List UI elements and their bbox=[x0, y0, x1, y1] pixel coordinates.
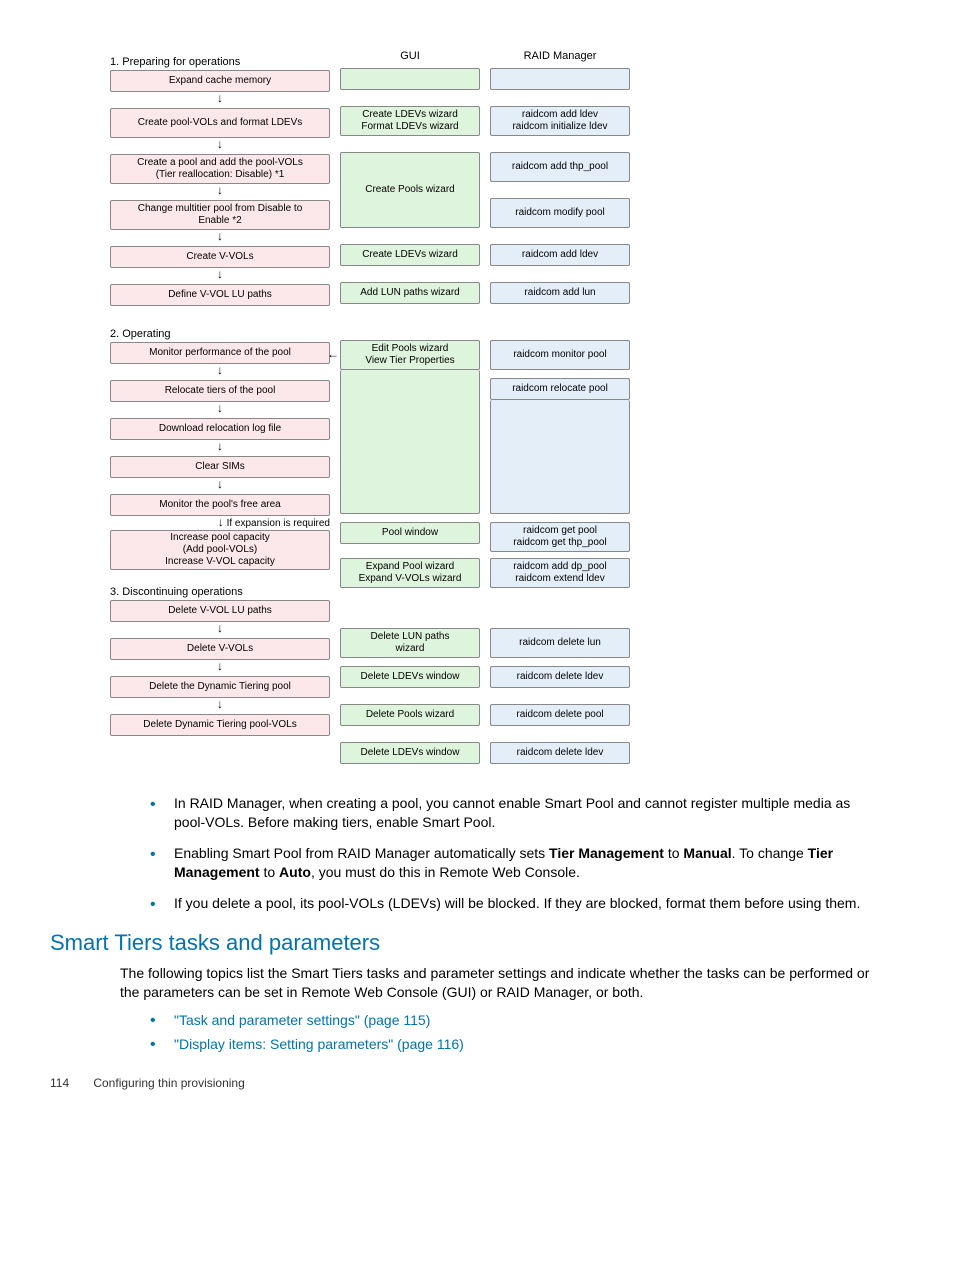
gui-expand-pool: Expand Pool wizard Expand V-VOLs wizard bbox=[340, 558, 480, 588]
step-monitor-perf: Monitor performance of the pool← bbox=[110, 342, 330, 364]
arrow-down-icon: ↓ bbox=[217, 138, 223, 154]
arrow-down-icon: ↓ bbox=[217, 268, 223, 284]
gui-delete-pools: Delete Pools wizard bbox=[340, 704, 480, 726]
arrow-left-icon: ← bbox=[327, 347, 339, 361]
arrow-down-icon: ↓ bbox=[217, 698, 223, 714]
arrow-down-icon: ↓ bbox=[217, 184, 223, 200]
raid-blank2 bbox=[490, 400, 630, 514]
raid-add-ldev: raidcom add ldev raidcom initialize ldev bbox=[490, 106, 630, 136]
step-change-multitier: Change multitier pool from Disable to En… bbox=[110, 200, 330, 230]
raid-header: RAID Manager bbox=[524, 50, 597, 64]
step-create-vvols: Create V-VOLs bbox=[110, 246, 330, 268]
step-delete-lu: Delete V-VOL LU paths bbox=[110, 600, 330, 622]
text: to bbox=[664, 845, 683, 861]
raid-add-dp: raidcom add dp_pool raidcom extend ldev bbox=[490, 558, 630, 588]
step-relocate: Relocate tiers of the pool bbox=[110, 380, 330, 402]
link-list: "Task and parameter settings" (page 115)… bbox=[150, 1012, 904, 1052]
notes-list: In RAID Manager, when creating a pool, y… bbox=[150, 794, 884, 912]
step-create-pool-add: Create a pool and add the pool-VOLs (Tie… bbox=[110, 154, 330, 184]
text: . To change bbox=[732, 845, 808, 861]
gui-delete-lun: Delete LUN paths wizard bbox=[340, 628, 480, 658]
text: Enabling Smart Pool from RAID Manager au… bbox=[174, 845, 549, 861]
gui-edit-view: Edit Pools wizard View Tier Properties bbox=[340, 340, 480, 370]
section1-label: 1. Preparing for operations bbox=[110, 56, 330, 68]
gui-blank1 bbox=[340, 68, 480, 90]
gui-column: GUI Create LDEVs wizard Format LDEVs wiz… bbox=[340, 50, 480, 764]
link-task-parameters[interactable]: "Task and parameter settings" (page 115) bbox=[174, 1012, 430, 1028]
step-monitor-free: Monitor the pool's free area bbox=[110, 494, 330, 516]
arrow-down-icon: ↓ bbox=[217, 92, 223, 108]
arrow-down-icon: ↓ bbox=[217, 364, 223, 380]
arrow-down-icon: ↓ bbox=[217, 230, 223, 246]
arrow-down-icon: ↓ bbox=[217, 478, 223, 494]
bold: Manual bbox=[683, 845, 731, 861]
section3-label: 3. Discontinuing operations bbox=[110, 586, 330, 598]
footer-title: Configuring thin provisioning bbox=[93, 1076, 244, 1090]
step-increase-capacity: Increase pool capacity (Add pool-VOLs) I… bbox=[110, 530, 330, 570]
step-clear-sims: Clear SIMs bbox=[110, 456, 330, 478]
arrow-down-icon: ↓ bbox=[217, 402, 223, 418]
raid-get-pool: raidcom get pool raidcom get thp_pool bbox=[490, 522, 630, 552]
link-display-items[interactable]: "Display items: Setting parameters" (pag… bbox=[174, 1036, 464, 1052]
bold: Auto bbox=[279, 864, 311, 880]
gui-blank2 bbox=[340, 370, 480, 514]
expansion-note: ↓ If expansion is required bbox=[110, 516, 330, 530]
step-download-log: Download relocation log file bbox=[110, 418, 330, 440]
link-item: "Task and parameter settings" (page 115) bbox=[150, 1012, 904, 1028]
raid-column: RAID Manager raidcom add ldev raidcom in… bbox=[490, 50, 630, 764]
raid-add-thp: raidcom add thp_pool bbox=[490, 152, 630, 182]
step-define-lu: Define V-VOL LU paths bbox=[110, 284, 330, 306]
text: to bbox=[260, 864, 279, 880]
raid-relocate-pool: raidcom relocate pool bbox=[490, 378, 630, 400]
gui-create-pools: Create Pools wizard bbox=[340, 152, 480, 228]
raid-add-ldev2: raidcom add ldev bbox=[490, 244, 630, 266]
page-number: 114 bbox=[50, 1076, 90, 1090]
raid-monitor-pool: raidcom monitor pool bbox=[490, 340, 630, 370]
flow-column: 1. Preparing for operations Expand cache… bbox=[110, 50, 330, 764]
raid-delete-ldev: raidcom delete ldev bbox=[490, 666, 630, 688]
gui-delete-ldevs2: Delete LDEVs window bbox=[340, 742, 480, 764]
step-delete-vvols: Delete V-VOLs bbox=[110, 638, 330, 660]
raid-delete-lun: raidcom delete lun bbox=[490, 628, 630, 658]
note-item: If you delete a pool, its pool-VOLs (LDE… bbox=[150, 894, 884, 913]
gui-header: GUI bbox=[400, 50, 420, 64]
text: , you must do this in Remote Web Console… bbox=[311, 864, 580, 880]
step-expand-cache: Expand cache memory bbox=[110, 70, 330, 92]
gui-pool-window: Pool window bbox=[340, 522, 480, 544]
workflow-diagram: 1. Preparing for operations Expand cache… bbox=[110, 50, 904, 764]
raid-add-lun: raidcom add lun bbox=[490, 282, 630, 304]
arrow-down-icon: ↓ bbox=[217, 660, 223, 676]
note-item: Enabling Smart Pool from RAID Manager au… bbox=[150, 844, 884, 882]
arrow-down-icon: ↓ bbox=[217, 440, 223, 456]
step-create-poolvols: Create pool-VOLs and format LDEVs bbox=[110, 108, 330, 138]
gui-create-ldevs2: Create LDEVs wizard bbox=[340, 244, 480, 266]
bold: Tier Management bbox=[549, 845, 664, 861]
section-heading: Smart Tiers tasks and parameters bbox=[50, 930, 904, 956]
raid-modify-pool: raidcom modify pool bbox=[490, 198, 630, 228]
raid-delete-pool: raidcom delete pool bbox=[490, 704, 630, 726]
raid-delete-ldev2: raidcom delete ldev bbox=[490, 742, 630, 764]
step-delete-dt-vols: Delete Dynamic Tiering pool-VOLs bbox=[110, 714, 330, 736]
expansion-note-label: If expansion is required bbox=[227, 518, 330, 529]
arrow-down-icon: ↓ bbox=[217, 622, 223, 638]
section-paragraph: The following topics list the Smart Tier… bbox=[120, 964, 884, 1002]
step-delete-dt-pool: Delete the Dynamic Tiering pool bbox=[110, 676, 330, 698]
gui-delete-ldevs: Delete LDEVs window bbox=[340, 666, 480, 688]
page-footer: 114 Configuring thin provisioning bbox=[50, 1076, 904, 1090]
raid-blank1 bbox=[490, 68, 630, 90]
section2-label: 2. Operating bbox=[110, 328, 330, 340]
link-item: "Display items: Setting parameters" (pag… bbox=[150, 1036, 904, 1052]
step-monitor-perf-label: Monitor performance of the pool bbox=[149, 347, 291, 359]
gui-add-lun: Add LUN paths wizard bbox=[340, 282, 480, 304]
note-item: In RAID Manager, when creating a pool, y… bbox=[150, 794, 884, 832]
gui-create-ldevs: Create LDEVs wizard Format LDEVs wizard bbox=[340, 106, 480, 136]
